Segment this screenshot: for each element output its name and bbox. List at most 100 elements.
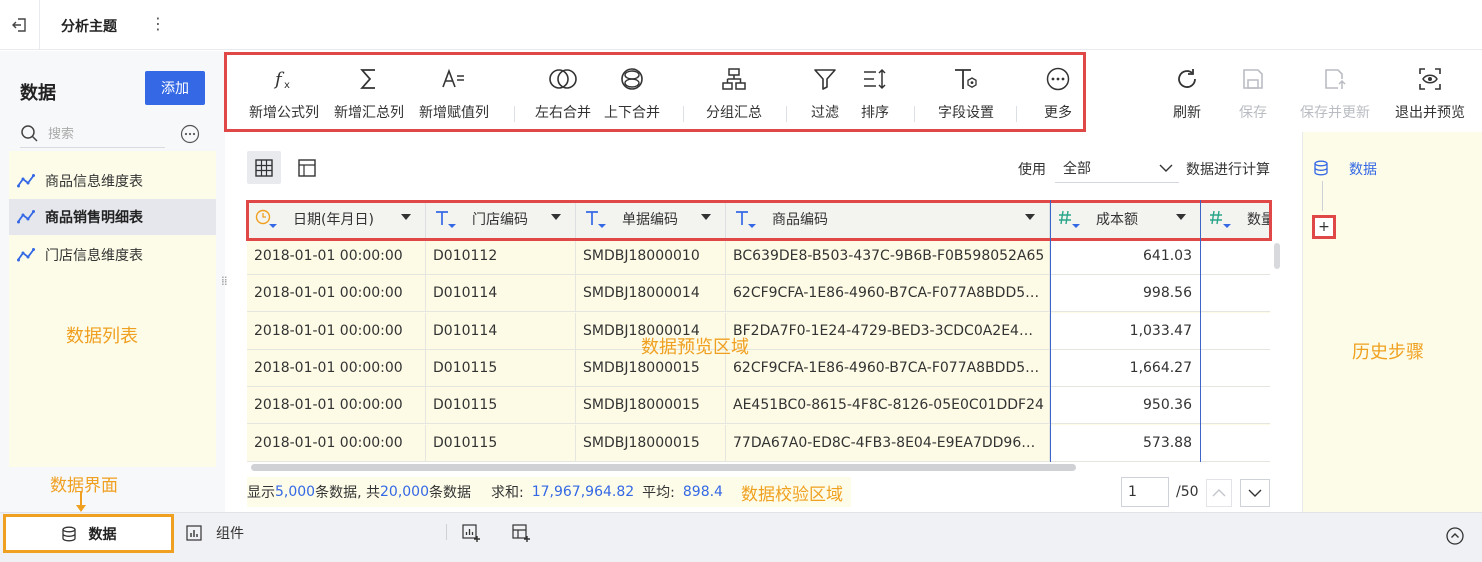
stats-sum-value: 17,967,964.82 <box>531 484 635 500</box>
table-cell[interactable]: SMDBJ18000015 <box>576 424 726 462</box>
stats-avg-value: 898.4 <box>682 484 723 500</box>
table-cell[interactable]: 62CF9CFA-1E86-4960-B7CA-F077A8BDD5… <box>726 275 1050 313</box>
table-cell[interactable]: AE451BC0-8615-4F8C-8126-05E0C01DDF24 <box>726 387 1050 425</box>
table-item-label: 门店信息维度表 <box>45 248 143 264</box>
table-cell[interactable]: 2018-01-01 00:00:00 <box>247 312 426 350</box>
table-cell[interactable] <box>1201 387 1270 425</box>
layout-icon <box>298 158 316 177</box>
add-assign-column-button[interactable]: 新增赋值列 <box>416 62 492 126</box>
toolbar-label: 保存并更新 <box>1300 105 1370 121</box>
grid-view-button[interactable] <box>247 151 281 184</box>
chevron-down-icon <box>1159 164 1173 172</box>
table-cell[interactable]: 62CF9CFA-1E86-4960-B7CA-F077A8BDD5… <box>726 349 1050 387</box>
chevron-up-icon <box>1212 489 1226 497</box>
table-cell[interactable]: 2018-01-01 00:00:00 <box>247 275 426 313</box>
layout-view-button[interactable] <box>290 151 324 184</box>
toolbar-label: 新增汇总列 <box>334 105 404 121</box>
history-step-data[interactable]: 数据 <box>1349 159 1377 179</box>
vertical-scrollbar[interactable] <box>1274 243 1280 269</box>
tab-data[interactable]: 数据 <box>3 514 174 553</box>
search-input[interactable]: 搜索 <box>20 118 165 148</box>
merge-ud-icon <box>621 68 643 90</box>
add-step-button[interactable]: + <box>1312 215 1336 239</box>
table-cell[interactable] <box>1201 275 1270 313</box>
toolbar-label: 过滤 <box>811 105 839 121</box>
chevron-up-circle-icon <box>1446 527 1464 545</box>
chevron-down-icon <box>1248 489 1262 497</box>
table-cell[interactable] <box>1201 349 1270 387</box>
toolbar-label: 退出并预览 <box>1395 105 1465 121</box>
page-number-input[interactable]: 1 <box>1121 477 1169 507</box>
database-icon <box>1313 160 1329 176</box>
filter-icon <box>814 69 836 90</box>
table-cell[interactable]: BF2DA7F0-1E24-4729-BED3-3CDC0A2E4… <box>726 312 1050 350</box>
resize-handle[interactable]: ⁞⁞ <box>221 274 228 288</box>
refresh-button[interactable]: 刷新 <box>1168 62 1206 126</box>
toolbar-label: 新增赋值列 <box>419 105 489 121</box>
save-and-update-button[interactable]: 保存并更新 <box>1296 62 1374 126</box>
table-cell[interactable]: SMDBJ18000010 <box>576 238 726 275</box>
table-cell[interactable]: D010115 <box>426 424 576 462</box>
add-summary-column-button[interactable]: 新增汇总列 <box>331 62 407 126</box>
field-settings-button[interactable]: 字段设置 <box>934 62 998 126</box>
add-formula-column-button[interactable]: fx 新增公式列 <box>246 62 322 126</box>
table-cell[interactable]: 77DA67A0-ED8C-4FB3-8E04-E9EA7DD96… <box>726 424 1050 462</box>
add-chart-icon <box>462 524 480 542</box>
collapse-button[interactable] <box>1446 527 1464 545</box>
add-button[interactable]: 添加 <box>145 71 205 105</box>
group-summary-button[interactable]: 分组汇总 <box>703 62 765 126</box>
svg-text:x: x <box>284 80 290 91</box>
tab-component-label: 组件 <box>216 526 244 542</box>
bottom-divider <box>446 524 447 540</box>
merge-left-right-button[interactable]: 左右合并 <box>533 62 593 126</box>
merge-up-down-button[interactable]: 上下合并 <box>601 62 663 126</box>
table-item-sales-detail[interactable]: 商品销售明细表 <box>9 199 216 235</box>
table-cell[interactable]: D010114 <box>426 275 576 313</box>
prev-page-button[interactable] <box>1206 479 1232 507</box>
stats-shown: 5,000 <box>275 484 316 500</box>
table-cell[interactable]: D010112 <box>426 238 576 275</box>
table-cell[interactable]: 2018-01-01 00:00:00 <box>247 387 426 425</box>
sort-button[interactable]: 排序 <box>856 62 894 126</box>
table-cell[interactable] <box>1201 424 1270 462</box>
add-component-button[interactable] <box>462 524 480 542</box>
more-menu-button[interactable]: ⋮ <box>150 14 166 33</box>
more-options-button[interactable] <box>180 124 200 144</box>
more-circle-icon <box>180 124 200 144</box>
table-cell[interactable]: D010114 <box>426 312 576 350</box>
toolbar-label: 保存 <box>1239 105 1267 121</box>
toolbar-label: 新增公式列 <box>249 105 319 121</box>
grid-icon <box>255 158 273 177</box>
save-button[interactable]: 保存 <box>1234 62 1272 126</box>
table-cell[interactable]: BC639DE8-B503-437C-9B6B-F0B598052A65 <box>726 238 1050 275</box>
table-cell[interactable] <box>1201 238 1270 275</box>
exit-and-preview-button[interactable]: 退出并预览 <box>1391 62 1469 126</box>
stats-avg-label: 平均: <box>642 485 675 501</box>
next-page-button[interactable] <box>1240 479 1270 507</box>
table-item-store-info[interactable]: 门店信息维度表 <box>9 237 216 273</box>
table-cell[interactable] <box>1201 312 1270 350</box>
table-item-label: 商品销售明细表 <box>45 210 143 226</box>
line-chart-icon <box>17 174 35 188</box>
table-cell[interactable]: 2018-01-01 00:00:00 <box>247 424 426 462</box>
toolbar-label: 上下合并 <box>604 105 660 121</box>
table-cell[interactable]: SMDBJ18000014 <box>576 275 726 313</box>
table-cell[interactable]: 2018-01-01 00:00:00 <box>247 238 426 275</box>
tab-component[interactable]: 组件 <box>186 523 244 543</box>
table-cell[interactable]: D010115 <box>426 349 576 387</box>
table-cell[interactable]: SMDBJ18000015 <box>576 387 726 425</box>
back-button[interactable] <box>0 0 40 50</box>
more-button[interactable]: 更多 <box>1038 62 1078 126</box>
refresh-icon <box>1178 69 1196 88</box>
use-scope-select[interactable]: 全部 <box>1055 153 1179 183</box>
add-dashboard-button[interactable] <box>512 524 530 542</box>
table-cell[interactable]: D010115 <box>426 387 576 425</box>
table-item-product-info[interactable]: 商品信息维度表 <box>9 163 216 199</box>
filter-button[interactable]: 过滤 <box>806 62 844 126</box>
toolbar-divider <box>786 106 787 122</box>
table-cell[interactable]: 2018-01-01 00:00:00 <box>247 349 426 387</box>
tab-data-label: 数据 <box>88 526 117 543</box>
stats-show-mid: 条数据, 共 <box>315 485 380 501</box>
horizontal-scrollbar[interactable] <box>251 464 1076 471</box>
calc-label: 数据进行计算 <box>1186 162 1270 178</box>
